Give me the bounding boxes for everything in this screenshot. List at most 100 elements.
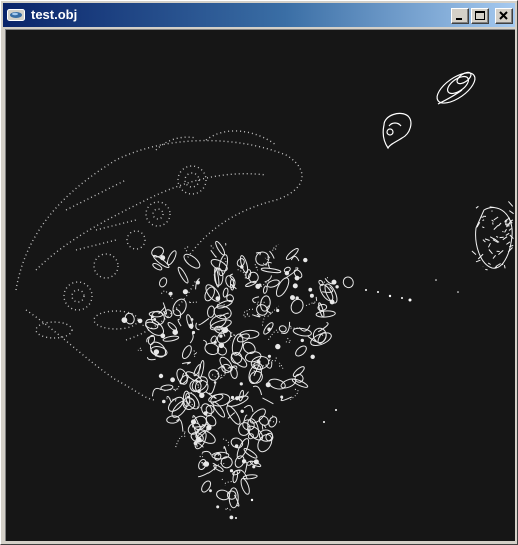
mesh-curve: [489, 236, 496, 241]
minimize-icon: [456, 18, 462, 20]
mesh-point: [267, 354, 271, 358]
mesh-curve: [189, 333, 194, 344]
mesh-point: [267, 327, 271, 332]
mesh-point: [216, 505, 220, 509]
mesh-curve: [147, 357, 156, 361]
maximize-button[interactable]: [471, 8, 489, 24]
mesh-curve: [210, 245, 214, 249]
app-window-icon: [7, 9, 25, 21]
mesh-point: [153, 349, 160, 355]
mesh-loop: [218, 254, 229, 277]
mesh-curve: [179, 372, 185, 383]
mesh-point: [308, 287, 313, 292]
mesh-point: [239, 382, 243, 386]
mesh-loop: [177, 266, 189, 284]
mesh-curve: [224, 242, 228, 246]
mesh-curve: [220, 478, 224, 482]
mesh-loop: [275, 277, 290, 297]
mesh-point: [300, 338, 304, 343]
mesh-point: [280, 395, 284, 399]
maximize-icon: [475, 11, 485, 20]
mesh-curve: [502, 230, 504, 233]
mesh-curve: [475, 259, 481, 263]
mesh-curve: [505, 223, 511, 225]
mesh-loop: [234, 455, 245, 468]
mesh-loop: [260, 267, 282, 274]
mesh-curve: [485, 268, 488, 271]
mesh-point: [252, 465, 256, 469]
mesh-loop: [212, 401, 226, 418]
mesh-loop: [220, 456, 233, 469]
mesh-curve: [177, 318, 182, 327]
mesh-loop: [292, 327, 312, 337]
mesh-curve: [492, 254, 496, 259]
mesh-curve: [493, 216, 499, 221]
mesh-loop: [160, 384, 174, 391]
mesh-curve: [192, 350, 197, 358]
mesh-curve: [244, 461, 248, 473]
mesh-point: [188, 323, 194, 329]
mesh-point: [203, 411, 208, 416]
title-bar[interactable]: test.obj: [3, 3, 515, 27]
mesh-curve: [175, 308, 182, 319]
mesh-point: [310, 354, 315, 359]
mesh-curve: [246, 308, 254, 317]
mesh-point: [235, 396, 240, 401]
mesh-point: [292, 283, 298, 289]
mesh-curve: [269, 250, 275, 259]
window-title: test.obj: [31, 7, 78, 22]
mesh-curve: [506, 241, 511, 245]
mesh-curve: [198, 472, 209, 478]
mesh-point: [303, 257, 308, 263]
mesh-loop: [315, 310, 336, 318]
mesh-point: [253, 459, 259, 465]
mesh-outline: [475, 207, 513, 269]
mesh-curve: [201, 462, 204, 466]
mesh-curve: [471, 250, 477, 255]
close-button[interactable]: [495, 8, 513, 24]
mesh-point: [196, 437, 202, 443]
mesh-curve: [482, 239, 486, 243]
mesh-point: [187, 395, 190, 399]
mesh-curve: [152, 387, 162, 397]
point-cloud-render: [15, 71, 514, 520]
mesh-curve: [254, 264, 259, 271]
mesh-curve: [252, 313, 261, 318]
mesh-loop: [162, 335, 180, 342]
mesh-curve: [497, 222, 502, 227]
mesh-point: [190, 419, 197, 425]
mesh-curve: [225, 507, 233, 512]
mesh-curve: [184, 246, 189, 252]
mesh-curve: [482, 226, 485, 229]
mesh-point: [158, 373, 164, 379]
mesh-curve: [183, 431, 186, 435]
mesh-loop: [216, 489, 230, 501]
mesh-curve: [504, 229, 507, 233]
mesh-curve: [503, 264, 506, 269]
mesh-curve: [195, 322, 200, 331]
mesh-curve: [208, 382, 216, 395]
mesh-curve: [317, 322, 329, 333]
mesh-point: [276, 308, 280, 313]
mesh-loop: [226, 405, 241, 425]
mesh-point: [193, 441, 198, 446]
mesh-loop: [145, 321, 159, 330]
mesh-point: [199, 392, 205, 398]
mesh-curve: [495, 235, 499, 238]
minimize-button[interactable]: [451, 8, 469, 24]
mesh-point: [203, 461, 210, 467]
mesh-curve: [484, 238, 490, 241]
mesh-point: [121, 317, 128, 324]
mesh-point: [215, 296, 220, 301]
mesh-curve: [137, 347, 142, 352]
mesh-point: [284, 271, 290, 276]
mesh-loop: [198, 360, 205, 379]
render-viewport[interactable]: [5, 29, 515, 541]
mesh-loop: [278, 325, 287, 333]
mesh-loop: [262, 285, 268, 294]
mesh-curve: [181, 361, 191, 365]
mesh-curve: [304, 301, 317, 307]
mesh-loop: [268, 416, 278, 428]
mesh-loop: [209, 319, 232, 331]
mesh-curve: [267, 261, 272, 269]
